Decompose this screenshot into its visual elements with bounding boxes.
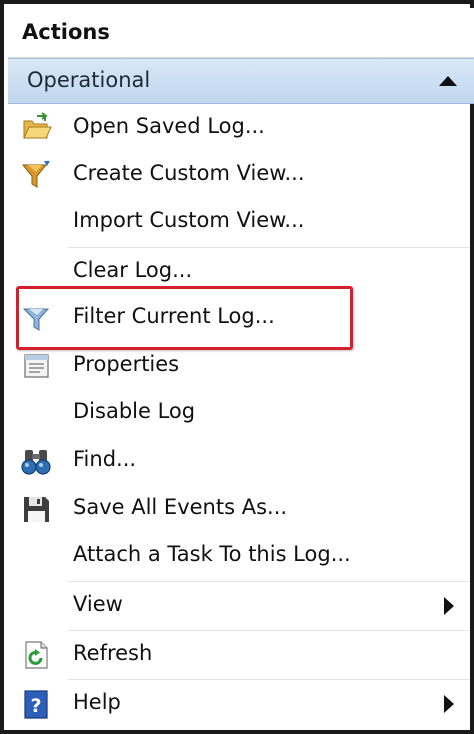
highlight-annotation-box <box>16 286 353 350</box>
menu-item-label: Help <box>73 690 121 714</box>
separator <box>68 581 470 582</box>
menu-item-label: Attach a Task To this Log... <box>73 542 351 566</box>
floppy-disk-icon <box>20 493 52 525</box>
section-title: Operational <box>27 68 151 92</box>
submenu-arrow-icon <box>444 597 454 615</box>
collapse-arrow-icon[interactable] <box>439 76 457 86</box>
actions-pane-header: Actions <box>8 8 474 58</box>
refresh-icon <box>20 639 52 671</box>
menu-item-label: Create Custom View... <box>73 161 305 185</box>
menu-item-label: Find... <box>73 447 137 471</box>
menu-item-import-custom-view[interactable]: Import Custom View... <box>8 200 474 244</box>
separator <box>68 247 470 248</box>
menu-item-create-custom-view[interactable]: Create Custom View... <box>8 153 474 197</box>
pane-title: Actions <box>22 20 110 44</box>
menu-item-label: Save All Events As... <box>73 495 288 519</box>
menu-item-save-all-events-as[interactable]: Save All Events As... <box>8 487 474 531</box>
menu-item-label: Import Custom View... <box>73 208 305 232</box>
menu-item-open-saved-log[interactable]: Open Saved Log... <box>8 106 474 150</box>
menu-item-label: Properties <box>73 352 180 376</box>
menu-item-label: Open Saved Log... <box>73 114 265 138</box>
menu-item-attach-task[interactable]: Attach a Task To this Log... <box>8 534 474 578</box>
menu-item-help[interactable]: ? Help <box>8 682 474 726</box>
actions-pane: Actions Operational Open Saved Log... Cr… <box>0 0 474 734</box>
properties-icon <box>20 350 52 382</box>
help-icon: ? <box>20 688 52 720</box>
menu-item-properties[interactable]: Properties <box>8 344 474 388</box>
menu-item-refresh[interactable]: Refresh <box>8 633 474 677</box>
menu-item-find[interactable]: Find... <box>8 439 474 483</box>
folder-open-icon <box>20 112 52 144</box>
binoculars-icon <box>20 445 52 477</box>
menu-item-label: View <box>73 592 123 616</box>
menu-item-label: Refresh <box>73 641 153 665</box>
section-header-operational[interactable]: Operational <box>8 58 474 104</box>
separator <box>68 679 470 680</box>
submenu-arrow-icon <box>444 695 454 713</box>
separator <box>68 630 470 631</box>
svg-text:?: ? <box>30 695 41 717</box>
menu-item-label: Clear Log... <box>73 258 193 282</box>
filter-create-icon <box>20 159 52 191</box>
menu-item-view[interactable]: View <box>8 584 474 628</box>
menu-item-label: Disable Log <box>73 399 196 423</box>
menu-item-disable-log[interactable]: Disable Log <box>8 391 474 435</box>
